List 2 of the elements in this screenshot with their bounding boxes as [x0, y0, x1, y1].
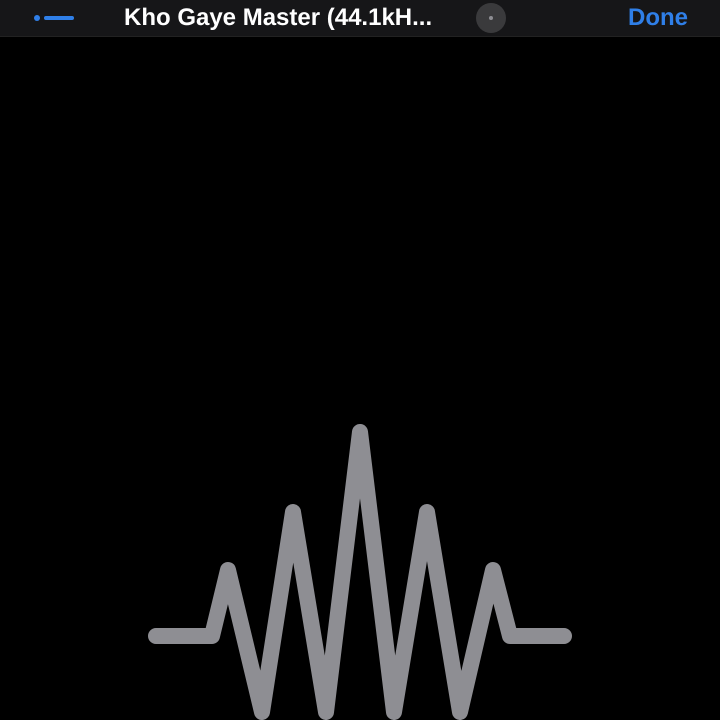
recording-title: Kho Gaye Master (44.1kH... [124, 4, 432, 32]
done-button[interactable]: Done [610, 4, 706, 32]
